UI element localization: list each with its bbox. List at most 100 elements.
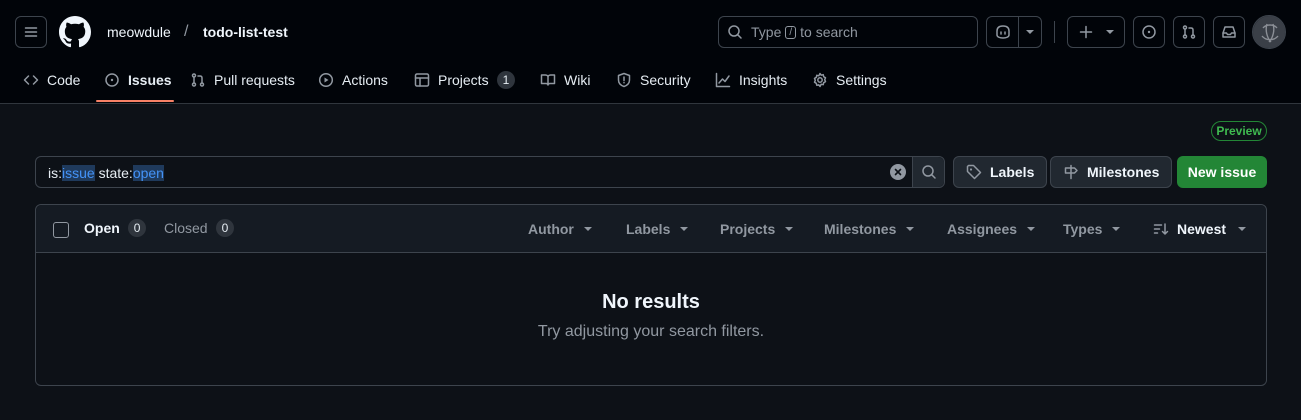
types-filter-dropdown[interactable]: Types <box>1063 221 1121 237</box>
git-pull-request-icon <box>191 73 205 87</box>
closed-count-badge: 0 <box>215 219 235 237</box>
tab-issues[interactable]: Issues <box>96 64 180 96</box>
github-mark-icon <box>59 16 91 48</box>
chevron-down-icon <box>583 227 592 231</box>
filter-query: is:issue state:open <box>48 165 164 181</box>
global-search-input[interactable]: Type / to search <box>718 16 978 48</box>
projects-filter-dropdown[interactable]: Projects <box>720 221 794 237</box>
open-label: Open <box>84 220 120 236</box>
new-issue-button[interactable]: New issue <box>1177 156 1267 188</box>
issues-list-header: Open 0 Closed 0 Author Labels Projects M… <box>36 205 1266 253</box>
header-divider <box>1054 21 1055 43</box>
filter-label: Types <box>1063 221 1103 237</box>
clear-filter-button[interactable] <box>890 164 906 180</box>
inbox-icon <box>1222 26 1236 38</box>
tab-wiki[interactable]: Wiki <box>532 64 598 96</box>
sort-label: Newest <box>1177 221 1227 237</box>
query-qualifier-value: issue <box>62 165 95 181</box>
chevron-down-icon <box>1112 227 1121 231</box>
open-count-badge: 0 <box>127 219 147 237</box>
tab-pull-requests[interactable]: Pull requests <box>182 64 303 96</box>
chevron-down-icon <box>1106 30 1114 34</box>
assignees-filter-dropdown[interactable]: Assignees <box>947 221 1036 237</box>
chevron-down-icon <box>1027 227 1036 231</box>
sort-dropdown[interactable]: Newest <box>1153 221 1247 237</box>
chevron-down-icon <box>906 227 915 231</box>
tab-label: Pull requests <box>214 72 295 88</box>
open-issues-tab[interactable]: Open 0 <box>84 219 147 237</box>
search-icon <box>921 165 936 179</box>
tab-projects[interactable]: Projects 1 <box>406 64 523 96</box>
github-logo[interactable] <box>59 16 91 48</box>
query-qualifier-value: open <box>132 165 164 181</box>
issue-opened-icon <box>1142 25 1156 39</box>
issues-filter-input[interactable]: is:issue state:open <box>35 156 945 188</box>
tab-settings[interactable]: Settings <box>804 64 895 96</box>
issues-shortcut-button[interactable] <box>1133 16 1165 48</box>
inbox-button[interactable] <box>1213 16 1245 48</box>
filter-label: Labels <box>626 221 671 237</box>
tag-icon <box>966 164 982 180</box>
shield-icon <box>617 72 631 88</box>
tab-label: Settings <box>836 72 887 88</box>
search-placeholder-suffix: to search <box>800 24 858 40</box>
play-icon <box>318 72 334 88</box>
hamburger-menu-button[interactable] <box>15 16 47 48</box>
filter-search-button[interactable] <box>913 157 944 187</box>
copilot-dropdown[interactable] <box>1019 17 1041 47</box>
preview-badge[interactable]: Preview <box>1211 121 1267 141</box>
git-pull-request-icon <box>1182 25 1196 39</box>
select-all-checkbox[interactable] <box>53 222 69 238</box>
breadcrumb-separator: / <box>184 23 189 40</box>
selected-tab-indicator <box>96 100 174 102</box>
milestones-button-label: Milestones <box>1087 164 1160 180</box>
tab-label: Insights <box>739 72 788 88</box>
labels-button[interactable]: Labels <box>953 156 1048 188</box>
chevron-down-icon <box>680 227 689 231</box>
filter-label: Projects <box>720 221 776 237</box>
search-icon <box>728 25 742 39</box>
app-header: meowdule / todo-list-test Type / to sear… <box>0 0 1301 104</box>
tab-label: Issues <box>128 72 172 88</box>
breadcrumb-owner[interactable]: meowdule <box>107 24 171 41</box>
create-new-button[interactable] <box>1067 16 1125 48</box>
labels-filter-dropdown[interactable]: Labels <box>626 221 689 237</box>
tab-insights[interactable]: Insights <box>707 64 795 96</box>
empty-state-title: No results <box>602 291 700 313</box>
breadcrumb-repo[interactable]: todo-list-test <box>203 24 288 41</box>
tab-label: Actions <box>342 72 388 88</box>
milestones-filter-dropdown[interactable]: Milestones <box>824 221 915 237</box>
projects-count-badge: 1 <box>496 71 516 89</box>
empty-state-message: Try adjusting your search filters. <box>537 323 765 340</box>
tab-actions[interactable]: Actions <box>310 64 396 96</box>
copilot-button-group[interactable] <box>986 16 1042 48</box>
copilot-button[interactable] <box>987 17 1019 47</box>
tab-code[interactable]: Code <box>15 64 88 96</box>
query-qualifier-key: state: <box>94 165 133 181</box>
issue-opened-icon <box>105 73 119 87</box>
hamburger-icon <box>24 27 38 37</box>
closed-issues-tab[interactable]: Closed 0 <box>164 219 235 237</box>
closed-label: Closed <box>164 220 208 236</box>
tab-label: Wiki <box>564 72 591 88</box>
graph-icon <box>715 72 731 88</box>
plus-icon <box>1079 25 1093 39</box>
gear-icon <box>813 72 827 88</box>
chevron-down-icon <box>1238 227 1247 231</box>
search-shortcut-key: / <box>785 25 797 39</box>
search-placeholder-prefix: Type <box>751 24 782 40</box>
pull-requests-shortcut-button[interactable] <box>1173 16 1205 48</box>
milestone-icon <box>1064 164 1078 180</box>
avatar-image-icon <box>1253 16 1285 48</box>
copilot-icon <box>995 25 1010 39</box>
book-icon <box>540 74 556 86</box>
tab-label: Security <box>640 72 691 88</box>
user-avatar[interactable] <box>1252 15 1286 49</box>
tab-label: Code <box>47 72 81 88</box>
tab-security[interactable]: Security <box>608 64 699 96</box>
milestones-button[interactable]: Milestones <box>1050 156 1173 188</box>
x-circle-icon <box>894 168 902 176</box>
author-filter-dropdown[interactable]: Author <box>528 221 592 237</box>
sort-desc-icon <box>1153 223 1169 235</box>
filter-label: Assignees <box>947 221 1018 237</box>
